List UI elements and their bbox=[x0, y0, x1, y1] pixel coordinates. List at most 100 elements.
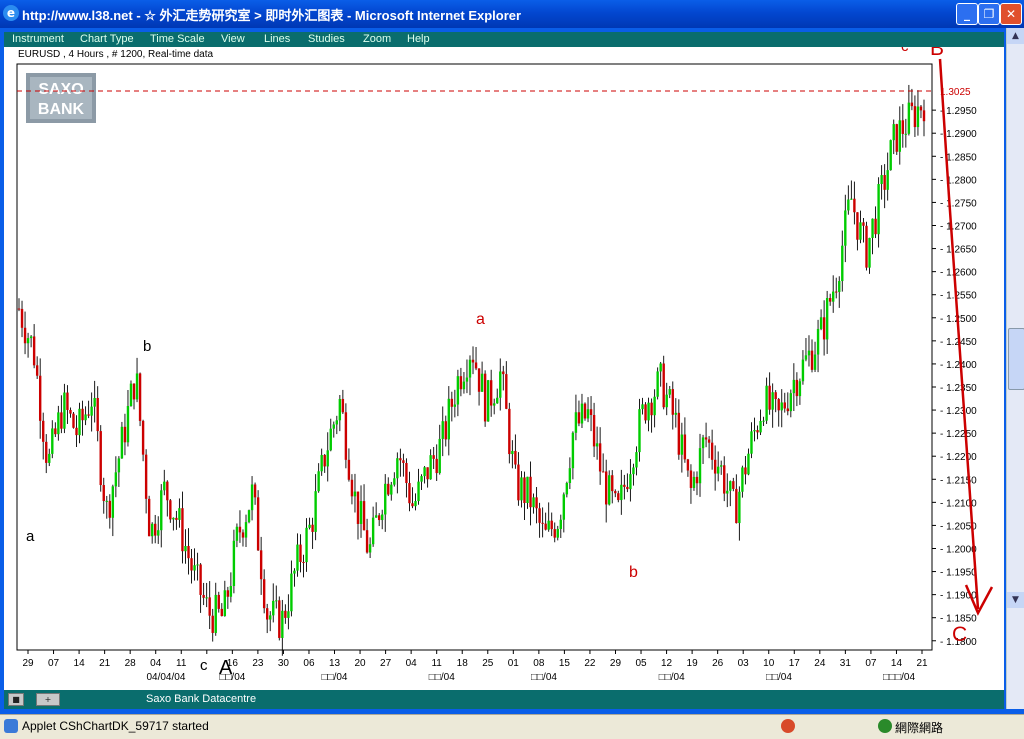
candle-bear bbox=[138, 373, 142, 421]
candle-bear bbox=[66, 392, 69, 410]
applet-menu-button[interactable]: ■ bbox=[8, 693, 24, 706]
candle-bull bbox=[771, 392, 774, 410]
candle-bear bbox=[220, 608, 223, 617]
candle-bear bbox=[822, 317, 826, 340]
menu-lines[interactable]: Lines bbox=[264, 33, 290, 45]
scroll-thumb[interactable] bbox=[1008, 328, 1024, 390]
candle-bear bbox=[865, 225, 868, 268]
current-price-label: 1.3025 bbox=[940, 87, 971, 98]
wave-label-b-red: b bbox=[629, 564, 638, 581]
candle-bull bbox=[892, 124, 895, 141]
candle-bear bbox=[365, 530, 369, 553]
close-button[interactable]: ✕ bbox=[1000, 3, 1022, 25]
title-bar: e http://www.l38.net - ☆ 外汇走势研究室 > 即时外汇图… bbox=[0, 0, 1024, 28]
popup-blocked-icon bbox=[781, 719, 795, 733]
candle-bear bbox=[265, 608, 269, 620]
candle-bear bbox=[347, 459, 351, 480]
chart-pane[interactable]: EURUSD , 4 Hours , # 1200, Real-time dat… bbox=[4, 37, 1004, 690]
candle-bear bbox=[744, 467, 747, 475]
candle-bull bbox=[51, 428, 54, 454]
candle-bull bbox=[844, 210, 847, 246]
candle-bear bbox=[144, 454, 148, 499]
candle-bull bbox=[568, 468, 572, 483]
minimize-button[interactable]: _ bbox=[956, 3, 978, 25]
candle-bull bbox=[172, 517, 175, 520]
candle-bear bbox=[553, 529, 556, 538]
candle-bear bbox=[166, 481, 169, 501]
candle-bull bbox=[647, 402, 650, 421]
candle-bear bbox=[299, 544, 302, 562]
x-tick-label: 30 bbox=[278, 658, 290, 669]
candle-bear bbox=[350, 479, 354, 497]
candle-bull bbox=[296, 544, 299, 571]
candle-bull bbox=[456, 376, 460, 405]
candle-bear bbox=[707, 439, 711, 443]
candle-bull bbox=[232, 540, 236, 587]
candle-bear bbox=[411, 503, 414, 507]
candle-bear bbox=[611, 475, 614, 492]
candle-bull bbox=[701, 437, 705, 449]
menu-help[interactable]: Help bbox=[407, 33, 430, 45]
candle-bull bbox=[417, 481, 420, 502]
candle-bull bbox=[184, 546, 187, 552]
candle-bull bbox=[193, 565, 196, 571]
candle-bull bbox=[726, 490, 729, 494]
candle-bull bbox=[741, 467, 744, 492]
candle-bear bbox=[311, 524, 314, 532]
candle-bear bbox=[187, 546, 190, 559]
menu-studies[interactable]: Studies bbox=[308, 33, 345, 45]
candle-bull bbox=[813, 354, 817, 370]
candle-bull bbox=[244, 522, 248, 538]
candle-bear bbox=[919, 106, 923, 111]
menu-zoom[interactable]: Zoom bbox=[363, 33, 391, 45]
candle-bear bbox=[72, 413, 75, 428]
candle-bear bbox=[435, 458, 438, 474]
saxo-bank-logo: SAXO BANK bbox=[26, 73, 96, 123]
x-tick-label: 07 bbox=[48, 658, 60, 669]
wave-label-B: B bbox=[930, 47, 944, 60]
menu-view[interactable]: View bbox=[221, 33, 245, 45]
candle-bear bbox=[208, 597, 211, 616]
x-tick-label: 03 bbox=[738, 658, 750, 669]
crosshair-button[interactable]: + bbox=[36, 693, 60, 706]
candle-bull bbox=[287, 611, 290, 618]
x-tick-label: 06 bbox=[303, 658, 315, 669]
candle-bull bbox=[326, 450, 329, 467]
candle-bear bbox=[489, 380, 493, 406]
y-tick-label: - 1.2650 bbox=[940, 245, 977, 256]
candle-bull bbox=[496, 397, 499, 404]
x-tick-label: 23 bbox=[252, 658, 264, 669]
candle-bear bbox=[181, 508, 184, 552]
candle-bear bbox=[175, 517, 178, 520]
candle-bull bbox=[692, 476, 696, 488]
candle-bull bbox=[269, 615, 272, 620]
candle-bear bbox=[713, 459, 717, 474]
candle-bull bbox=[468, 359, 472, 378]
x-tick-label: 14 bbox=[74, 658, 86, 669]
candle-bull bbox=[453, 404, 457, 407]
x-tick-label: 01 bbox=[508, 658, 520, 669]
candle-bear bbox=[60, 412, 63, 429]
month-label: □□/04 bbox=[429, 672, 455, 683]
price-chart[interactable]: EURUSD , 4 Hours , # 1200, Real-time dat… bbox=[4, 37, 1004, 690]
menu-chart-type[interactable]: Chart Type bbox=[80, 33, 134, 45]
candle-bull bbox=[556, 528, 559, 538]
candle-bull bbox=[807, 350, 811, 356]
y-tick-label: - 1.2400 bbox=[940, 360, 977, 371]
scroll-up-button[interactable]: ▲ bbox=[1007, 28, 1024, 44]
x-tick-label: 12 bbox=[661, 658, 673, 669]
candle-bull bbox=[205, 597, 208, 599]
footer-label: Saxo Bank Datacentre bbox=[146, 693, 257, 705]
candle-bull bbox=[841, 245, 844, 282]
menu-instrument[interactable]: Instrument bbox=[12, 33, 64, 45]
restore-button[interactable]: ❐ bbox=[978, 3, 1000, 25]
x-tick-label: 21 bbox=[99, 658, 111, 669]
menu-time-scale[interactable]: Time Scale bbox=[150, 33, 205, 45]
scroll-down-button[interactable]: ▼ bbox=[1007, 592, 1024, 608]
x-tick-label: 04 bbox=[150, 658, 162, 669]
wave-label-c-black: c bbox=[200, 657, 208, 674]
vertical-scrollbar[interactable]: ▲ ▼ bbox=[1006, 28, 1024, 709]
candle-bull bbox=[780, 402, 783, 411]
y-tick-label: - 1.2350 bbox=[940, 383, 977, 394]
candle-bear bbox=[650, 402, 653, 416]
